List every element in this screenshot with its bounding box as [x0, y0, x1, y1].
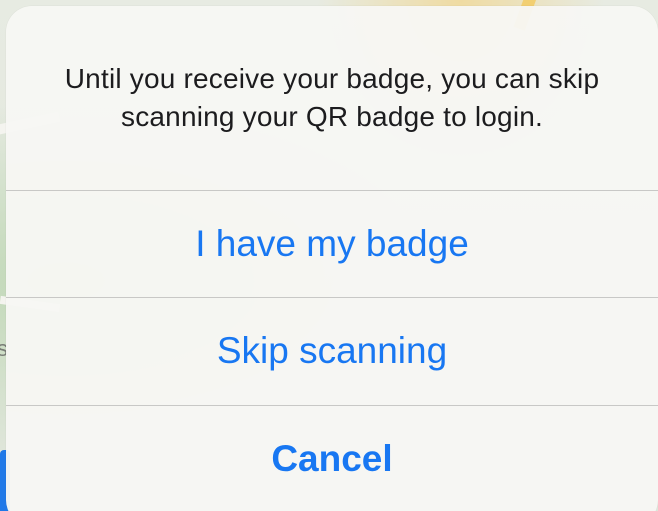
skip-scanning-button[interactable]: Skip scanning [6, 298, 658, 404]
action-sheet: Until you receive your badge, you can sk… [6, 6, 658, 511]
cancel-button[interactable]: Cancel [6, 406, 658, 511]
alert-message: Until you receive your badge, you can sk… [64, 63, 600, 132]
alert-message-container: Until you receive your badge, you can sk… [6, 6, 658, 190]
i-have-my-badge-button[interactable]: I have my badge [6, 191, 658, 297]
